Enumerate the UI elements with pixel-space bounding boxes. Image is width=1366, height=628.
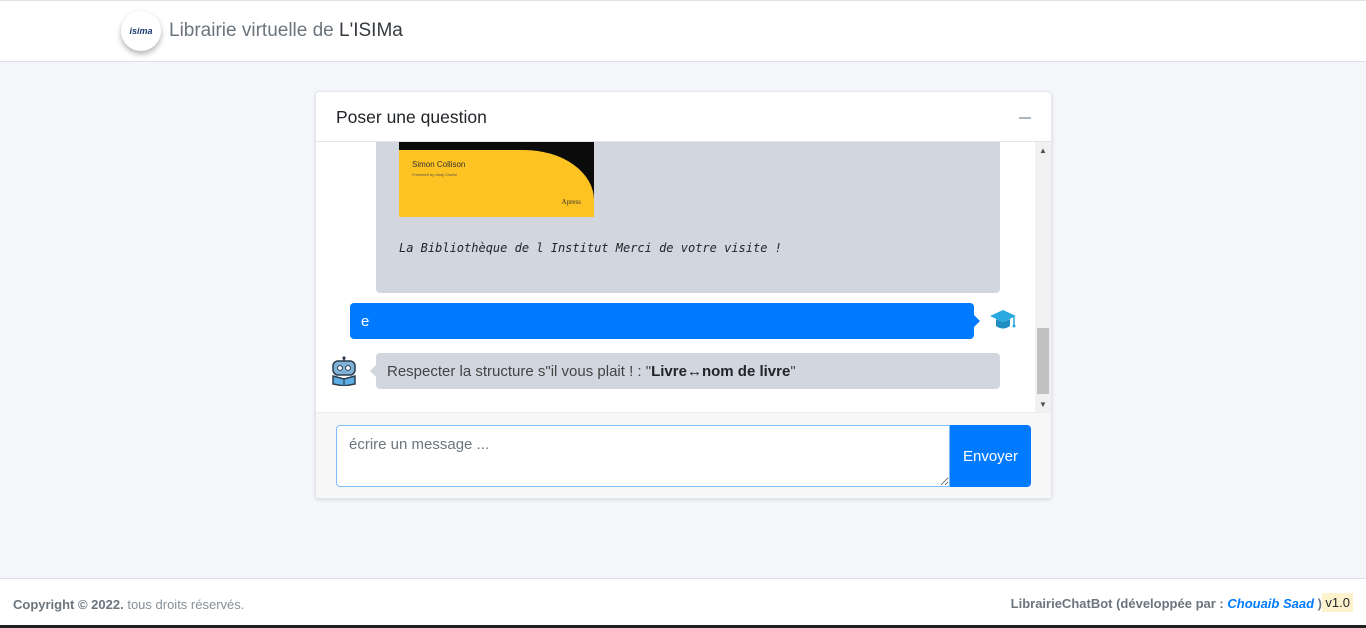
bot-message-text-structure: Respecter la structure s"il vous plait !… bbox=[387, 363, 796, 380]
bot-message-book: Simon Collison Foreword by Andy Clarke A… bbox=[376, 142, 1000, 293]
brand-title[interactable]: Librairie virtuelle de L'ISIMa bbox=[169, 20, 403, 42]
scroll-up-arrow-icon[interactable]: ▲ bbox=[1035, 142, 1051, 158]
user-message: e bbox=[350, 303, 980, 339]
bot-message-text: La Bibliothèque de l Institut Merci de v… bbox=[399, 241, 782, 255]
top-navbar: isima Librairie virtuelle de L'ISIMa bbox=[0, 0, 1366, 62]
copyright-text: Copyright © 2022. tous droits réservés. bbox=[13, 597, 244, 612]
version-badge: v1.0 bbox=[1322, 593, 1353, 612]
book-foreword: Foreword by Andy Clarke bbox=[412, 172, 457, 177]
chat-card: Poser une question Simon Collison Forewo… bbox=[315, 91, 1052, 499]
isima-logo[interactable]: isima bbox=[121, 11, 161, 51]
logo-text: isima bbox=[129, 26, 153, 36]
bot-message-structure: Respecter la structure s"il vous plait !… bbox=[370, 353, 1000, 389]
scroll-down-arrow-icon[interactable]: ▼ bbox=[1035, 396, 1051, 412]
developer-link[interactable]: Chouaib Saad bbox=[1227, 596, 1314, 611]
message-input[interactable] bbox=[336, 425, 950, 487]
robot-reading-icon bbox=[332, 356, 356, 386]
credits-text: LibrairieChatBot (développée par : Choua… bbox=[1011, 596, 1322, 611]
page-footer: Copyright © 2022. tous droits réservés. … bbox=[0, 578, 1366, 628]
copyright-bold: Copyright © 2022. bbox=[13, 597, 124, 612]
brand-name: L'ISIMa bbox=[339, 20, 403, 41]
graduation-cap-icon bbox=[990, 310, 1016, 329]
chat-input-area: Envoyer bbox=[316, 412, 1051, 498]
brand-prefix: Librairie virtuelle de bbox=[169, 20, 340, 41]
scrollbar-thumb[interactable] bbox=[1037, 328, 1049, 394]
send-button[interactable]: Envoyer bbox=[950, 425, 1031, 487]
app-name: LibrairieChatBot bbox=[1010, 596, 1113, 611]
chat-messages[interactable]: Simon Collison Foreword by Andy Clarke A… bbox=[316, 142, 1051, 412]
user-message-text: e bbox=[361, 313, 370, 330]
structure-text-suffix: " bbox=[790, 363, 796, 380]
minus-icon[interactable] bbox=[1019, 117, 1031, 119]
copyright-rest: tous droits réservés. bbox=[123, 597, 245, 612]
dev-suffix: ) bbox=[1314, 596, 1322, 611]
structure-text-bold: Livre↔nom de livre bbox=[651, 363, 791, 380]
chat-scrollbar[interactable]: ▲ ▼ bbox=[1035, 142, 1051, 412]
dev-prefix: (développée par : bbox=[1112, 596, 1228, 611]
chat-card-header: Poser une question bbox=[316, 92, 1051, 142]
book-publisher: Apress bbox=[561, 198, 581, 206]
book-author: Simon Collison bbox=[412, 160, 466, 169]
chat-title: Poser une question bbox=[336, 107, 487, 127]
structure-text-prefix: Respecter la structure s"il vous plait !… bbox=[387, 363, 652, 380]
book-cover-image[interactable]: Simon Collison Foreword by Andy Clarke A… bbox=[399, 142, 594, 217]
